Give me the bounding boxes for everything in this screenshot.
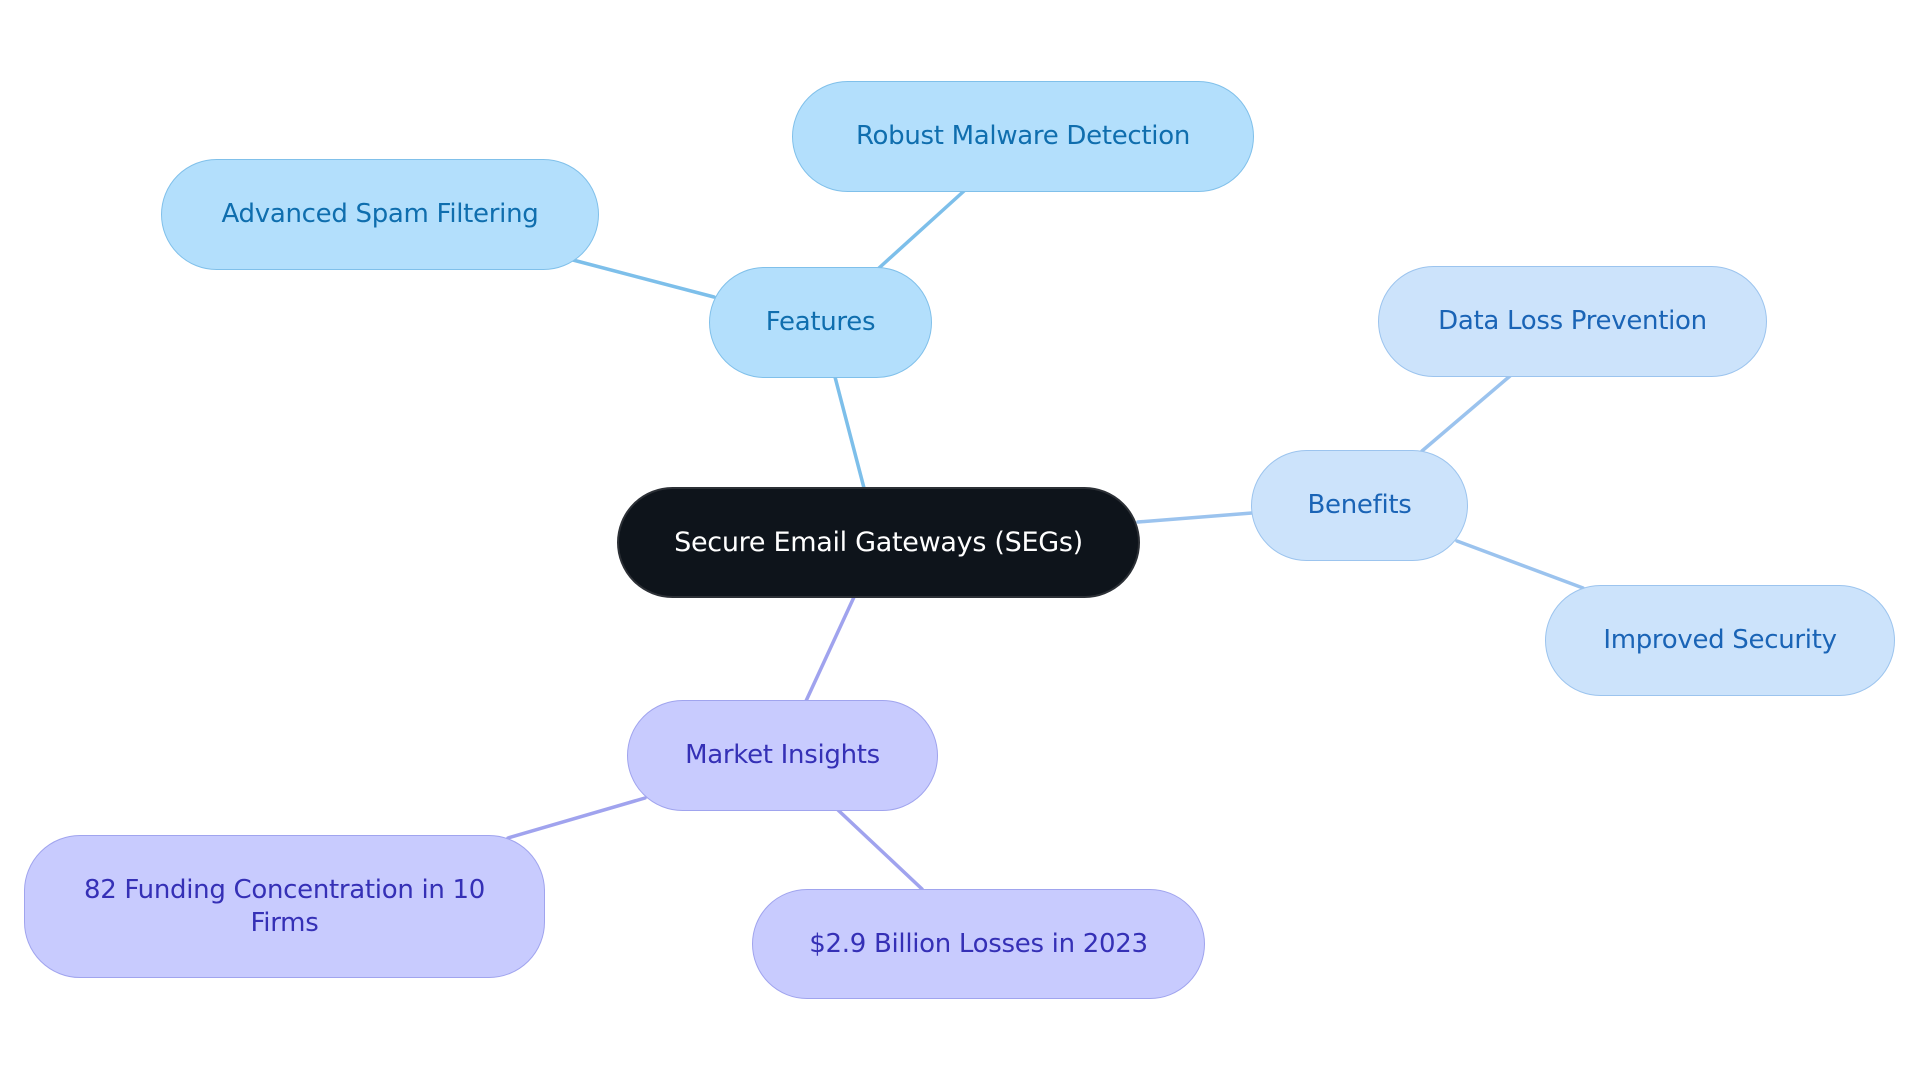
edge-root-benefits bbox=[1136, 511, 1254, 524]
robust-malware-detection-label: Robust Malware Detection bbox=[855, 121, 1191, 151]
leaf-node-advanced-spam-filtering[interactable]: Advanced Spam Filtering bbox=[161, 159, 599, 270]
leaf-node-robust-malware-detection[interactable]: Robust Malware Detection bbox=[792, 81, 1254, 192]
edge-market-funding bbox=[506, 796, 647, 840]
billion-losses-label: $2.9 Billion Losses in 2023 bbox=[809, 928, 1148, 959]
root-node-secure-email-gateways[interactable]: Secure Email Gateways (SEGs) bbox=[617, 487, 1140, 598]
branch-node-market-insights[interactable]: Market Insights bbox=[627, 700, 938, 811]
features-label: Features bbox=[765, 307, 876, 337]
edge-benefits-dlp bbox=[1420, 374, 1512, 453]
branch-node-benefits[interactable]: Benefits bbox=[1251, 450, 1468, 561]
benefits-label: Benefits bbox=[1307, 490, 1412, 520]
leaf-node-funding-concentration[interactable]: 82 Funding Concentration in 10 Firms bbox=[24, 835, 545, 978]
funding-concentration-label: 82 Funding Concentration in 10 Firms bbox=[83, 874, 486, 938]
leaf-node-data-loss-prevention[interactable]: Data Loss Prevention bbox=[1378, 266, 1767, 377]
leaf-node-improved-security[interactable]: Improved Security bbox=[1545, 585, 1895, 696]
edge-features-robust bbox=[877, 189, 966, 270]
improved-security-label: Improved Security bbox=[1603, 625, 1837, 655]
data-loss-prevention-label: Data Loss Prevention bbox=[1438, 306, 1707, 336]
root-node-label: Secure Email Gateways (SEGs) bbox=[674, 527, 1083, 558]
market-insights-label: Market Insights bbox=[685, 740, 880, 770]
branch-node-features[interactable]: Features bbox=[709, 267, 932, 378]
edge-features-spam bbox=[571, 258, 716, 299]
edge-benefits-improved bbox=[1455, 539, 1585, 590]
leaf-node-billion-losses-2023[interactable]: $2.9 Billion Losses in 2023 bbox=[752, 889, 1205, 999]
edge-root-features bbox=[833, 375, 866, 490]
advanced-spam-filtering-label: Advanced Spam Filtering bbox=[221, 199, 539, 229]
edge-market-losses bbox=[836, 808, 924, 891]
edge-root-market bbox=[804, 595, 856, 703]
